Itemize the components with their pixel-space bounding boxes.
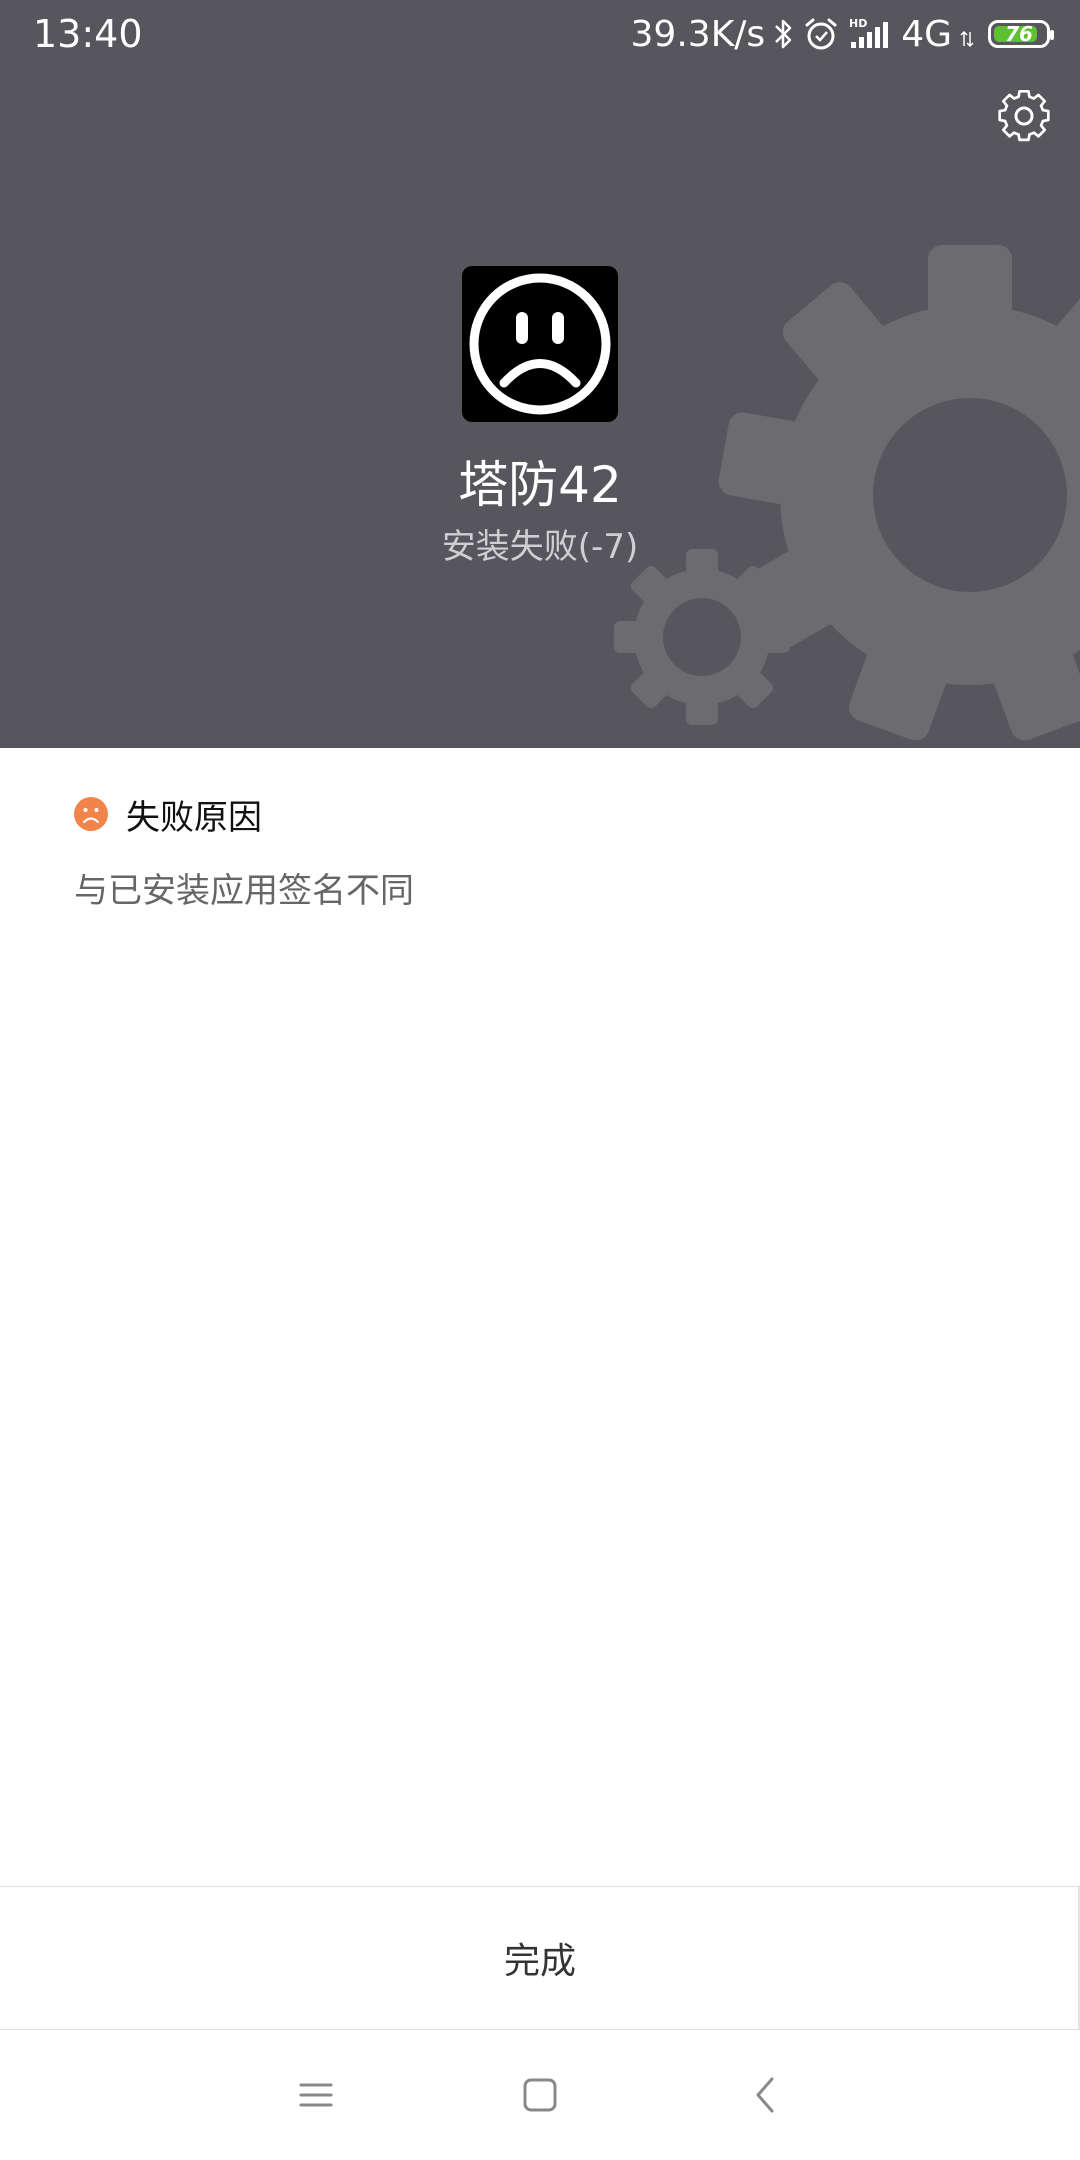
failure-reason-header: 失败原因 [74, 790, 262, 838]
menu-button[interactable] [286, 2065, 346, 2125]
sad-face-icon [74, 797, 108, 831]
menu-icon[interactable] [286, 2065, 346, 2125]
sad-face-icon [469, 273, 611, 415]
battery-icon: 76 [988, 20, 1054, 48]
back-icon[interactable] [736, 2065, 796, 2125]
settings-button[interactable] [996, 88, 1052, 144]
status-time: 13:40 [33, 12, 143, 56]
data-arrows-icon [960, 16, 974, 52]
install-header: 13:40 39.3K/s HD 4G 76 塔防42 安装失败(-7) [0, 0, 1080, 748]
status-bar: 13:40 39.3K/s HD 4G 76 [0, 0, 1080, 68]
install-status: 安装失败(-7) [441, 527, 639, 567]
app-name: 塔防42 [458, 456, 622, 514]
network-type: 4G [901, 13, 952, 55]
home-button[interactable] [510, 2065, 570, 2125]
done-button[interactable]: 完成 [0, 1887, 1080, 2029]
hd-signal-icon: HD [847, 16, 893, 52]
navigation-bar [0, 2030, 1080, 2160]
back-button[interactable] [736, 2065, 796, 2125]
failure-reason-title: 失败原因 [126, 797, 262, 838]
gear-icon[interactable] [996, 88, 1052, 144]
alarm-icon [803, 16, 839, 52]
bluetooth-icon [773, 16, 795, 52]
network-speed: 39.3K/s [630, 13, 766, 55]
battery-level: 76 [1005, 22, 1033, 46]
svg-text:HD: HD [849, 17, 867, 30]
action-bar: 完成 [0, 1886, 1080, 2031]
status-indicators: 39.3K/s HD 4G 76 [630, 10, 1054, 58]
failure-reason-text: 与已安装应用签名不同 [74, 871, 414, 911]
app-icon [462, 266, 618, 422]
home-icon[interactable] [510, 2065, 570, 2125]
